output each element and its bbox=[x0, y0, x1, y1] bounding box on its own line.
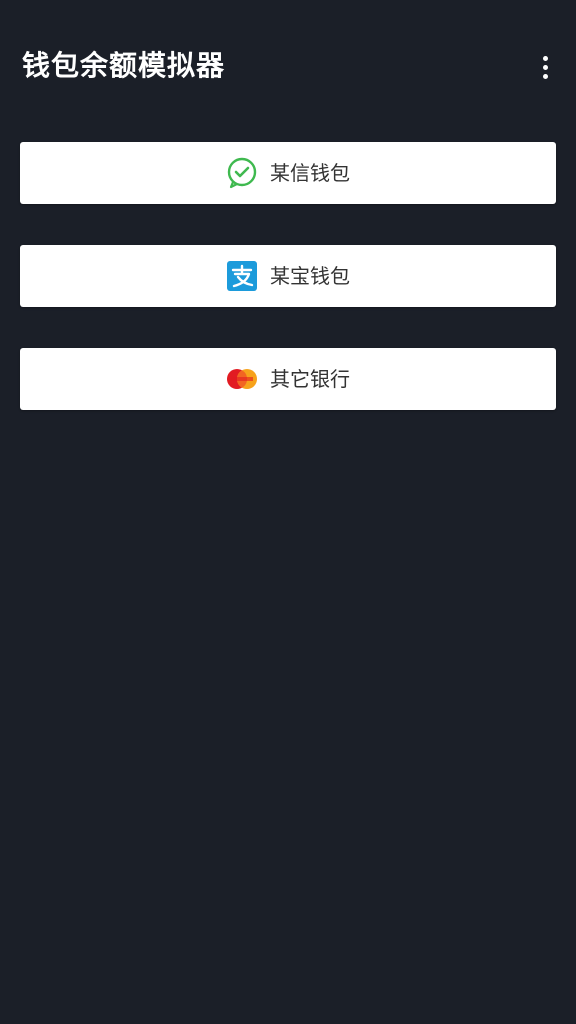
menu-dot bbox=[542, 73, 548, 79]
wallet-list: 某信钱包 某宝钱包 其它银行 bbox=[20, 142, 556, 451]
wallet-label: 某宝钱包 bbox=[270, 264, 350, 288]
menu-dot bbox=[542, 55, 548, 61]
other-bank-button[interactable]: 其它银行 bbox=[20, 348, 556, 410]
alipay-icon bbox=[226, 260, 258, 292]
wallet-label: 其它银行 bbox=[270, 367, 350, 391]
wechat-wallet-button[interactable]: 某信钱包 bbox=[20, 142, 556, 204]
more-vert-icon[interactable] bbox=[532, 50, 558, 84]
wallet-label: 某信钱包 bbox=[270, 161, 350, 185]
wechat-icon bbox=[226, 157, 258, 189]
menu-dot bbox=[542, 64, 548, 70]
app-bar: 钱包余额模拟器 bbox=[0, 0, 576, 120]
mastercard-icon bbox=[226, 363, 258, 395]
app-title: 钱包余额模拟器 bbox=[22, 49, 226, 82]
alipay-wallet-button[interactable]: 某宝钱包 bbox=[20, 245, 556, 307]
